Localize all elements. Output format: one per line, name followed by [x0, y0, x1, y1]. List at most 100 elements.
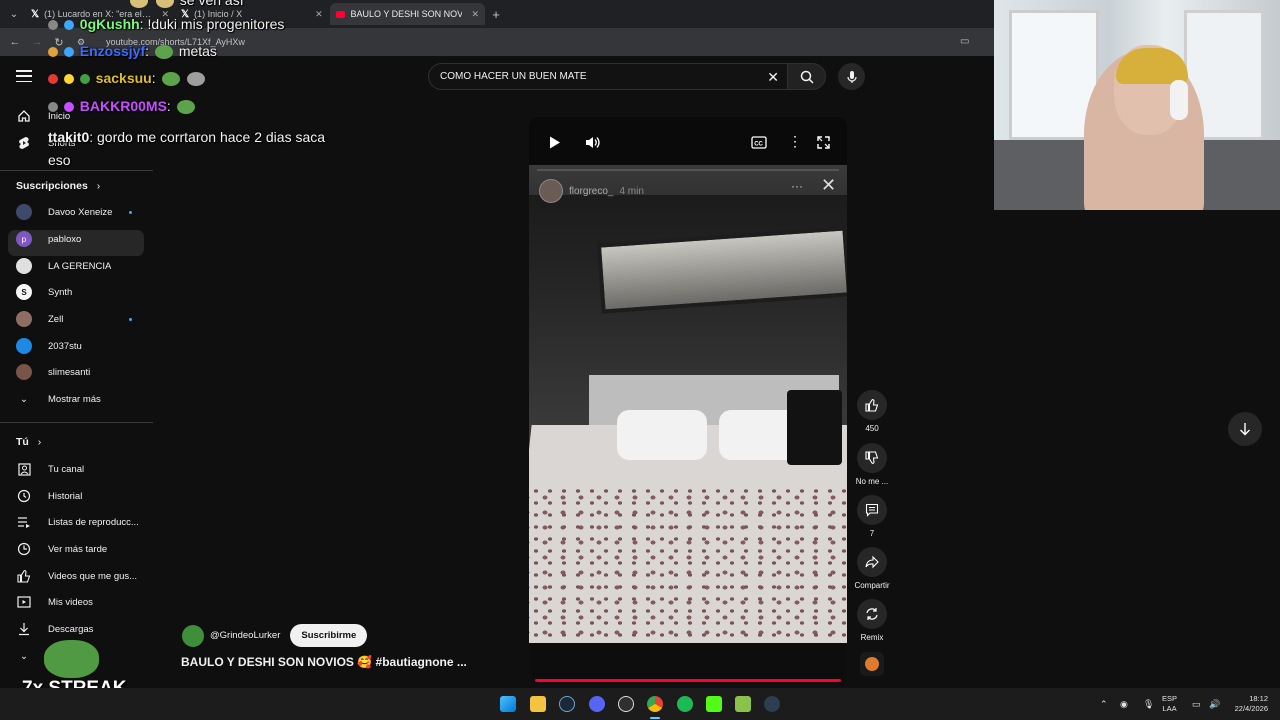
- more-options-icon[interactable]: ⋮: [788, 133, 802, 150]
- windows-start-icon[interactable]: [500, 696, 516, 712]
- chevron-right-icon: ›: [96, 180, 101, 192]
- taskbar-active-indicator: [650, 717, 660, 719]
- sidebar-item-label: 2037stu: [48, 340, 82, 352]
- shorts-icon: [16, 135, 32, 151]
- remix-button[interactable]: Remix: [850, 599, 894, 642]
- channel-icon: [16, 461, 32, 477]
- search-button[interactable]: [788, 63, 826, 90]
- chat-separator: :: [166, 98, 175, 114]
- sidebar-item-label: Historial: [48, 490, 83, 502]
- x-logo-icon: 𝕏: [31, 8, 40, 20]
- dislike-button[interactable]: No me ...: [850, 443, 894, 486]
- like-count: 450: [865, 424, 879, 433]
- like-button[interactable]: 450: [850, 390, 894, 433]
- story-more-icon: ···: [791, 179, 803, 193]
- sidebar-divider: [0, 422, 153, 423]
- search-input[interactable]: COMO HACER UN BUEN MATE ✕: [428, 63, 788, 90]
- voice-search-button[interactable]: [838, 63, 865, 90]
- tab-close-icon[interactable]: ✕: [315, 9, 323, 20]
- sidebar-item-ver-mas-tarde[interactable]: Ver más tarde: [16, 539, 146, 559]
- tab-close-icon[interactable]: ✕: [471, 9, 479, 20]
- headset: [1170, 80, 1188, 120]
- volume-tray-icon[interactable]: 🔊: [1209, 699, 1220, 710]
- sidebar-sub-synth[interactable]: S Synth: [16, 282, 146, 302]
- sidebar-sub-slimesanti[interactable]: slimesanti: [16, 362, 146, 382]
- language-indicator[interactable]: ESP LAA: [1162, 694, 1177, 714]
- thumbs-up-icon: [16, 568, 32, 584]
- discord-icon[interactable]: [589, 696, 605, 712]
- progress-bar[interactable]: [535, 679, 841, 682]
- microphone-icon: [846, 70, 857, 83]
- chat-username: BAKKR00MS: [79, 98, 167, 114]
- sidebar-sub-pabloxo[interactable]: p pabloxo: [16, 229, 146, 249]
- share-button[interactable]: Compartir: [850, 547, 894, 590]
- player-controls-bar: CC ⋮: [529, 117, 847, 165]
- short-title[interactable]: BAULO Y DESHI SON NOVIOS 🥰 #bautiagnone …: [181, 655, 467, 669]
- security-icon[interactable]: ◉: [1120, 699, 1128, 710]
- network-icon[interactable]: ▭: [1192, 699, 1201, 710]
- ccleaner-icon[interactable]: [764, 696, 780, 712]
- sidebar-item-mis-videos[interactable]: Mis videos: [16, 592, 146, 612]
- sidebar-sub-la-gerencia[interactable]: LA GERENCIA: [16, 256, 146, 276]
- sidebar-item-label: pabloxo: [48, 233, 82, 245]
- thumbs-down-icon: [857, 443, 887, 473]
- kick-icon[interactable]: [706, 696, 722, 712]
- badge-icon: [63, 74, 74, 85]
- tab-search-icon[interactable]: ⌄: [3, 3, 25, 25]
- volume-icon[interactable]: [585, 136, 601, 149]
- sidebar-sub-2037stu[interactable]: 2037stu: [16, 336, 146, 356]
- next-short-button[interactable]: [1228, 412, 1262, 446]
- new-tab-button[interactable]: +: [485, 7, 507, 22]
- app-icon[interactable]: [735, 696, 751, 712]
- story-username: florgreco_: [569, 185, 614, 197]
- pepe-emote-icon: [161, 72, 180, 87]
- clear-search-icon[interactable]: ✕: [767, 69, 779, 86]
- file-explorer-icon[interactable]: [530, 696, 546, 712]
- sidebar-item-descargas[interactable]: Descargas: [16, 619, 146, 639]
- sidebar-item-listas[interactable]: Listas de reproducc...: [16, 512, 146, 532]
- you-heading[interactable]: Tú ›: [16, 436, 41, 448]
- story-progress-bar: [537, 169, 839, 171]
- avatar: [16, 258, 32, 274]
- comments-button[interactable]: 7: [850, 495, 894, 538]
- chrome-icon[interactable]: [647, 696, 663, 712]
- badge-icon: [63, 20, 74, 31]
- play-icon[interactable]: [549, 136, 561, 149]
- forward-icon[interactable]: →: [26, 36, 48, 48]
- pepe-emote-icon: [154, 45, 173, 60]
- sidebar-item-videos-que-me-gustan[interactable]: Videos que me gus...: [16, 566, 146, 586]
- subscriptions-heading-text: Suscripciones: [16, 180, 88, 192]
- captions-icon[interactable]: CC: [751, 136, 767, 149]
- sidebar-item-tu-canal[interactable]: Tu canal: [16, 459, 146, 479]
- sidebar-show-more[interactable]: ⌄ Mostrar más: [16, 389, 146, 409]
- channel-name[interactable]: @GrindeoLurker: [210, 630, 280, 641]
- chevron-up-icon[interactable]: ⌃: [1100, 699, 1108, 710]
- subscribe-button[interactable]: Suscribirme: [290, 624, 368, 647]
- spotify-icon[interactable]: [677, 696, 693, 712]
- fullscreen-icon[interactable]: [817, 136, 830, 149]
- share-label: Compartir: [854, 581, 890, 590]
- chat-line: Enzossjyf: metas: [48, 43, 217, 60]
- sidebar-item-label: Zell: [48, 313, 64, 325]
- sidebar-item-label: Ver más tarde: [48, 543, 108, 555]
- sidebar-item-label: slimesanti: [48, 366, 91, 378]
- subscriptions-heading[interactable]: Suscripciones ›: [16, 180, 100, 192]
- hamburger-menu-icon[interactable]: [16, 68, 32, 84]
- sidebar-sub-zell[interactable]: Zell: [16, 309, 146, 329]
- sidebar-sub-davoo[interactable]: Davoo Xeneize: [16, 202, 146, 222]
- shorts-player[interactable]: CC ⋮ florgreco_ 4 min ··· ✕: [529, 117, 847, 682]
- avatar[interactable]: [182, 624, 204, 647]
- tab-youtube-short[interactable]: BAULO Y DESHI SON NOVIOS 🥰 ✕: [330, 3, 485, 25]
- badge-icon: [48, 74, 58, 85]
- sound-button[interactable]: [850, 652, 894, 676]
- sidebar-item-historial[interactable]: Historial: [16, 486, 146, 506]
- windows-taskbar: [0, 688, 1280, 720]
- obs-icon[interactable]: [618, 696, 634, 712]
- back-icon[interactable]: ←: [4, 36, 26, 48]
- chat-separator: :: [151, 70, 160, 86]
- microphone-tray-icon[interactable]: 🎙: [1143, 699, 1154, 710]
- steam-icon[interactable]: [559, 696, 575, 712]
- new-content-dot: [129, 318, 132, 321]
- cast-icon[interactable]: ▭: [960, 36, 969, 47]
- clock[interactable]: 18:12 22/4/2026: [1226, 694, 1268, 714]
